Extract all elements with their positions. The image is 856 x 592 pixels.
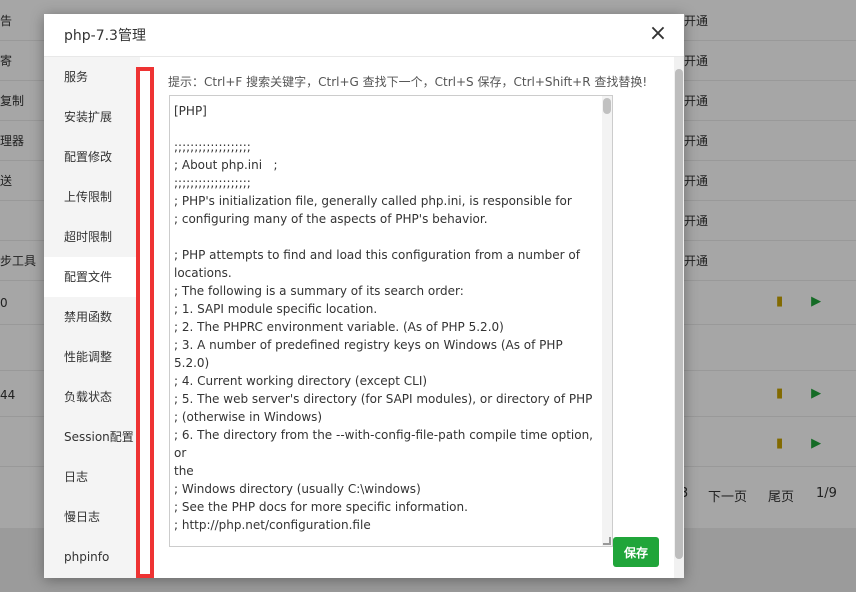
shortcut-hint: 提示：Ctrl+F 搜索关键字，Ctrl+G 查找下一个，Ctrl+S 保存，C… bbox=[168, 75, 648, 89]
php-manage-dialog: php-7.3管理 × 服务 安装扩展 配置修改 上传限制 超时限制 配置文件 … bbox=[44, 14, 684, 578]
config-editor[interactable]: [PHP] ;;;;;;;;;;;;;;;;;;; ; About php.in… bbox=[169, 95, 613, 547]
sidebar-item-load-status[interactable]: 负载状态 bbox=[44, 377, 140, 417]
sidebar-item-config-file[interactable]: 配置文件 bbox=[44, 257, 140, 297]
sidebar-item-phpinfo[interactable]: phpinfo bbox=[44, 537, 140, 577]
sidebar-item-install-extensions[interactable]: 安装扩展 bbox=[44, 97, 140, 137]
resize-handle[interactable] bbox=[603, 537, 611, 545]
dialog-sidebar: 服务 安装扩展 配置修改 上传限制 超时限制 配置文件 禁用函数 性能调整 负载… bbox=[44, 57, 140, 578]
sidebar-item-log[interactable]: 日志 bbox=[44, 457, 140, 497]
close-icon[interactable]: × bbox=[648, 23, 668, 45]
dialog-title: php-7.3管理 bbox=[64, 28, 146, 44]
editor-scrollbar[interactable] bbox=[602, 96, 612, 546]
config-file-panel: 提示：Ctrl+F 搜索关键字，Ctrl+G 查找下一个，Ctrl+S 保存，C… bbox=[168, 57, 684, 578]
editor-scroll-thumb[interactable] bbox=[603, 98, 611, 114]
sidebar-item-slow-log[interactable]: 慢日志 bbox=[44, 497, 140, 537]
dialog-scroll-thumb[interactable] bbox=[675, 69, 683, 559]
editor-content[interactable]: [PHP] ;;;;;;;;;;;;;;;;;;; ; About php.in… bbox=[170, 96, 610, 546]
sidebar-item-service[interactable]: 服务 bbox=[44, 57, 140, 97]
sidebar-item-config-modify[interactable]: 配置修改 bbox=[44, 137, 140, 177]
sidebar-item-session-config[interactable]: Session配置 bbox=[44, 417, 140, 457]
sidebar-item-performance[interactable]: 性能调整 bbox=[44, 337, 140, 377]
dialog-header: php-7.3管理 × bbox=[44, 14, 684, 57]
dialog-scrollbar[interactable] bbox=[674, 57, 684, 578]
save-button[interactable]: 保存 bbox=[613, 537, 659, 567]
sidebar-item-disabled-functions[interactable]: 禁用函数 bbox=[44, 297, 140, 337]
sidebar-item-upload-limit[interactable]: 上传限制 bbox=[44, 177, 140, 217]
sidebar-item-timeout-limit[interactable]: 超时限制 bbox=[44, 217, 140, 257]
